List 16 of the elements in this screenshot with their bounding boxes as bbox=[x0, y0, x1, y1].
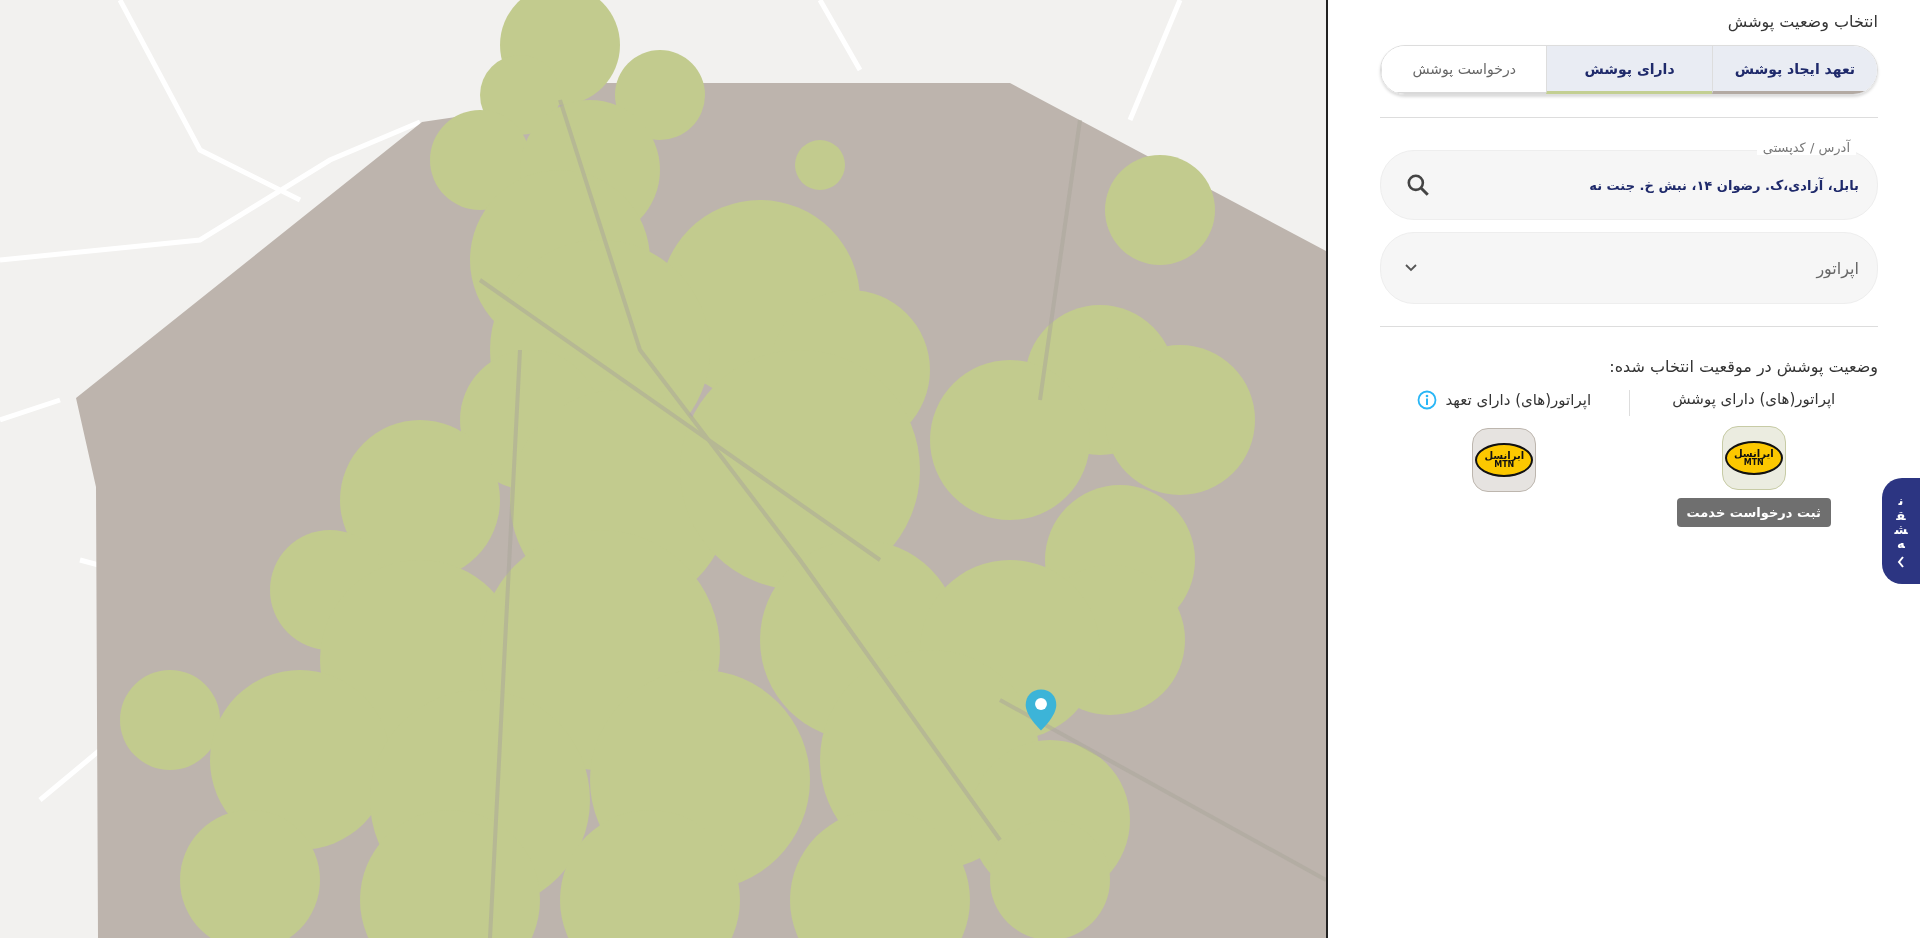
chevron-down-icon[interactable] bbox=[1405, 264, 1417, 272]
field-label: آدرس / کدپستی bbox=[1756, 140, 1856, 155]
map-toggle-tab[interactable]: نقشه bbox=[1882, 478, 1920, 584]
tooltip: ثبت درخواست خدمت bbox=[1676, 498, 1831, 527]
column-title: اپراتور(های) دارای تعهد bbox=[1445, 391, 1592, 409]
result-title: وضعیت پوشش در موقعیت انتخاب شده: bbox=[1608, 357, 1878, 376]
coverage-status-tab[interactable]: دارای پوشش bbox=[1546, 46, 1712, 94]
chevron-left-icon bbox=[1897, 555, 1905, 568]
coverage-status-tab[interactable]: تعهد ایجاد پوشش bbox=[1711, 46, 1877, 94]
search-icon[interactable] bbox=[1405, 172, 1431, 198]
coverage-status-tab[interactable]: درخواست پوشش bbox=[1381, 46, 1547, 94]
location-pin-icon bbox=[1024, 687, 1058, 733]
address-value: بابل، آزادی،ک. رضوان ۱۴، نبش خ. جنت نه bbox=[1588, 177, 1859, 193]
column-title: اپراتور(های) دارای پوشش bbox=[1672, 390, 1836, 408]
panel-title: انتخاب وضعیت پوشش bbox=[1726, 12, 1878, 31]
operator-select[interactable]: اپراتور bbox=[1380, 232, 1878, 304]
